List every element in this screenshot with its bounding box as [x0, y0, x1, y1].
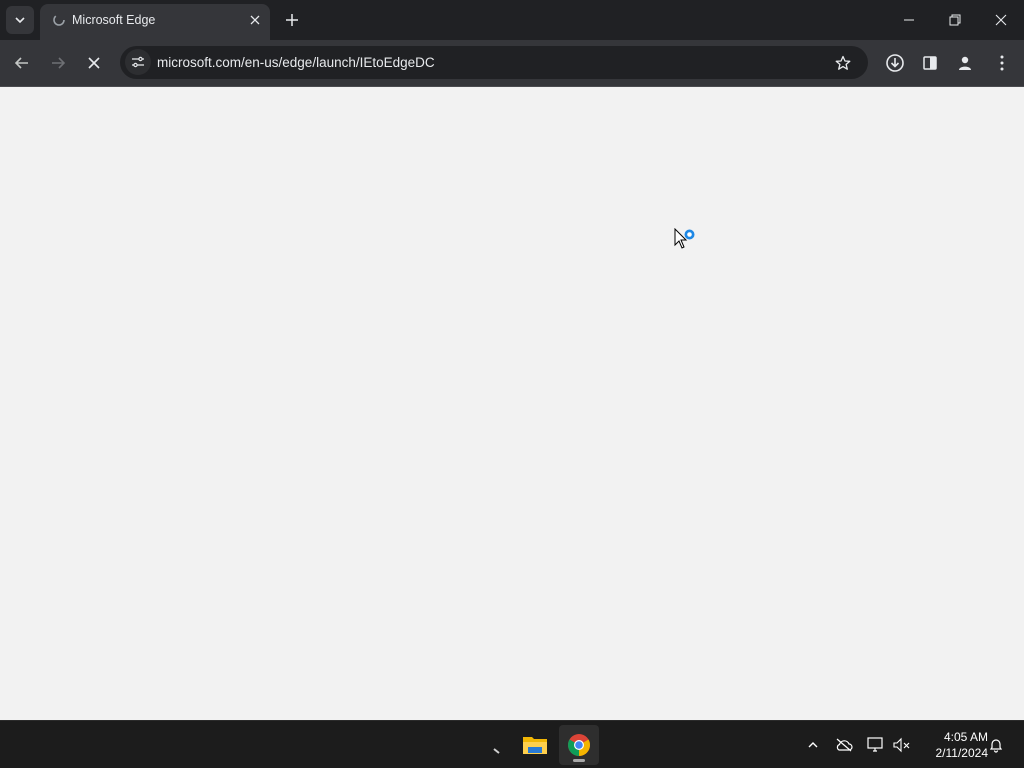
bell-icon: [989, 739, 1003, 753]
notifications-button[interactable]: [986, 735, 1006, 755]
taskbar-clock[interactable]: 4:05 AM 2/11/2024: [918, 729, 989, 761]
minimize-icon: [904, 19, 914, 21]
profile-button[interactable]: [950, 48, 980, 78]
volume-tray-button[interactable]: [892, 735, 912, 755]
tab-search-button[interactable]: [6, 6, 34, 34]
browser-menu-button[interactable]: [987, 48, 1017, 78]
folder-icon: [523, 737, 547, 754]
browser-titlebar: Microsoft Edge: [0, 0, 1024, 40]
busy-cursor-icon: [674, 228, 695, 249]
chrome-icon: [568, 734, 590, 756]
close-icon: [995, 14, 1007, 26]
chevron-down-icon: [15, 17, 25, 24]
tab-close-button[interactable]: [246, 11, 264, 29]
url-text: microsoft.com/en-us/edge/launch/IEtoEdge…: [157, 55, 435, 70]
side-panel-button[interactable]: [915, 48, 945, 78]
plus-icon: [286, 14, 298, 26]
arrow-right-icon: [52, 57, 66, 69]
forward-button[interactable]: [43, 48, 73, 78]
restore-button[interactable]: [932, 0, 978, 40]
back-button[interactable]: [7, 48, 37, 78]
tune-icon: [132, 56, 144, 68]
download-icon: [886, 54, 904, 72]
taskbar-chrome[interactable]: [559, 725, 599, 765]
cloud-off-icon: [836, 738, 853, 752]
show-hidden-icons-button[interactable]: [803, 735, 823, 755]
address-bar[interactable]: microsoft.com/en-us/edge/launch/IEtoEdge…: [120, 46, 868, 79]
network-tray-button[interactable]: [866, 735, 886, 755]
close-icon: [250, 15, 260, 25]
bookmark-star-button[interactable]: [830, 50, 856, 76]
close-window-button[interactable]: [978, 0, 1024, 40]
clock-time: 4:05 AM: [943, 730, 988, 744]
site-info-button[interactable]: [125, 49, 151, 75]
chevron-up-icon: [808, 742, 818, 748]
minimize-button[interactable]: [886, 0, 932, 40]
profile-icon: [959, 56, 971, 70]
new-tab-button[interactable]: [280, 8, 304, 32]
stop-loading-button[interactable]: [79, 48, 109, 78]
active-app-indicator: [573, 759, 585, 762]
volume-muted-icon: [893, 737, 910, 753]
close-icon: [88, 57, 100, 69]
network-disconnected-icon: [867, 737, 883, 752]
browser-tab-active[interactable]: Microsoft Edge: [40, 4, 270, 40]
tab-title: Microsoft Edge: [72, 13, 156, 27]
page-content: [0, 87, 1024, 720]
windows-taskbar: 4:05 AM 2/11/2024: [0, 720, 1024, 768]
restore-icon: [949, 14, 961, 26]
loading-favicon-icon: [53, 14, 65, 26]
browser-toolbar: microsoft.com/en-us/edge/launch/IEtoEdge…: [0, 40, 1024, 87]
taskbar-file-explorer[interactable]: [515, 725, 555, 765]
star-icon: [835, 55, 851, 70]
side-panel-icon: [923, 56, 937, 70]
arrow-left-icon: [14, 57, 28, 69]
clock-date: 2/11/2024: [935, 746, 989, 760]
onedrive-tray-button[interactable]: [834, 735, 854, 755]
downloads-button[interactable]: [880, 48, 910, 78]
overflow-handle-icon: [493, 748, 500, 754]
more-vertical-icon: [1000, 55, 1004, 71]
